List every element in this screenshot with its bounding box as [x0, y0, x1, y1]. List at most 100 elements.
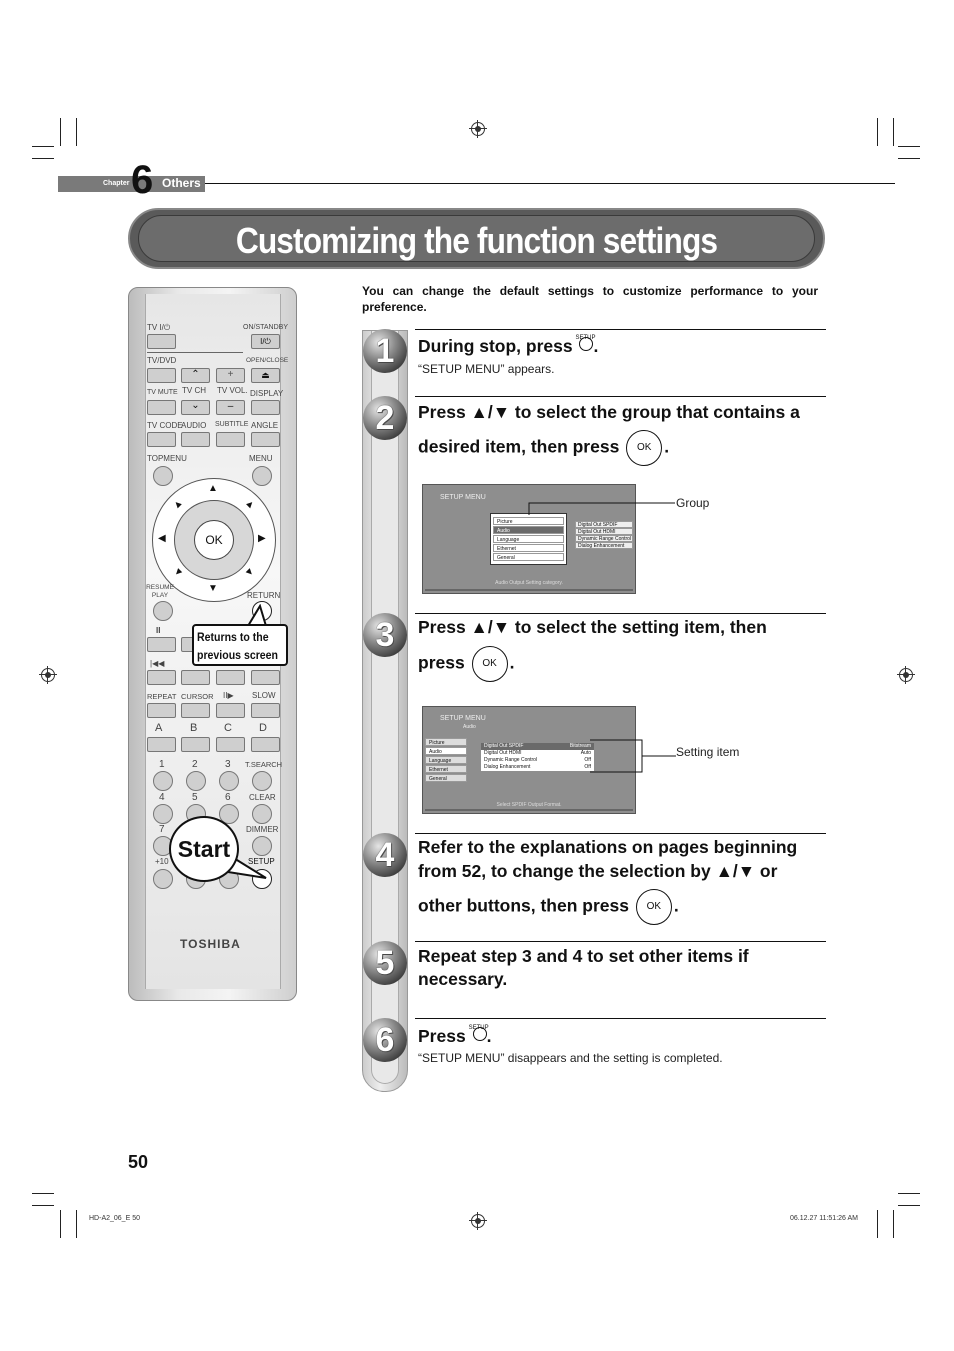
right-arrow-button[interactable]: ▶: [258, 533, 266, 544]
group-annotation: Group: [676, 496, 710, 510]
tv-ch-up-button[interactable]: ⌃: [181, 368, 210, 383]
crop-mark: [893, 118, 894, 146]
group-item[interactable]: General: [493, 553, 564, 561]
tv-mute-button[interactable]: [147, 400, 176, 415]
setting-row[interactable]: Digital Out HDMI Auto: [481, 750, 594, 757]
setting-row-selected[interactable]: Digital Out SPDIF Bitstream: [481, 743, 594, 750]
pause-button[interactable]: [147, 637, 176, 652]
group-item-selected[interactable]: Audio: [425, 747, 467, 755]
registration-mark-icon: [469, 1212, 487, 1230]
rewind-button[interactable]: [181, 670, 210, 685]
group-item[interactable]: Ethernet: [493, 544, 564, 552]
step-6-text: Press: [418, 1026, 466, 1046]
angle-button[interactable]: [251, 432, 280, 447]
group-item[interactable]: Ethernet: [425, 765, 467, 773]
label-display: DISPLAY: [250, 389, 284, 398]
label-4: 4: [159, 792, 165, 803]
pause-icon: II: [156, 626, 161, 635]
plus10-button[interactable]: [153, 869, 173, 889]
up-left-arrow-button[interactable]: ▲: [171, 497, 186, 512]
step-divider: [415, 329, 826, 330]
group-item-selected[interactable]: Audio: [493, 526, 564, 534]
on-standby-button[interactable]: I/⏻: [251, 334, 280, 349]
brand-logo: TOSHIBA: [180, 937, 241, 951]
subtitle-button[interactable]: [216, 432, 245, 447]
osd-breadcrumb: Audio: [463, 724, 476, 730]
top-menu-button[interactable]: [153, 466, 173, 486]
skip-forward-button[interactable]: [251, 670, 280, 685]
setting-row[interactable]: Dynamic Range Control Off: [481, 757, 594, 764]
cursor-button[interactable]: [181, 703, 210, 718]
frame-advance-button[interactable]: [216, 703, 245, 718]
c-button[interactable]: [216, 737, 245, 752]
osd-footer: Audio Output Setting category.: [495, 580, 563, 586]
slow-button[interactable]: [251, 703, 280, 718]
group-item[interactable]: Language: [493, 535, 564, 543]
step-number-badge: 1: [363, 329, 407, 373]
digit-2-button[interactable]: [186, 771, 206, 791]
d-button[interactable]: [251, 737, 280, 752]
osd-title: SETUP MENU: [440, 494, 486, 501]
left-arrow-button[interactable]: ◀: [158, 533, 166, 544]
step-3-heading-line1: Press ▲/▼ to select the setting item, th…: [418, 617, 767, 637]
tv-power-button[interactable]: [147, 334, 176, 349]
header-rule: [205, 183, 895, 184]
skip-back-button[interactable]: [147, 670, 176, 685]
intro-text: You can change the default settings to c…: [362, 284, 818, 314]
tv-vol-up-button[interactable]: +: [216, 368, 245, 383]
step-3-text: press: [418, 652, 465, 673]
osd-footer: Select SPDIF Output Format.: [496, 802, 562, 808]
group-item[interactable]: Picture: [425, 738, 467, 746]
label-plus10: +10: [155, 857, 169, 866]
chapter-number: 6: [131, 158, 154, 202]
setting-name: Digital Out HDMI: [484, 750, 522, 756]
digit-1-button[interactable]: [153, 771, 173, 791]
audio-button[interactable]: [181, 432, 210, 447]
step-1-note: “SETUP MENU” appears.: [418, 362, 555, 376]
label-3: 3: [225, 759, 231, 770]
crop-mark: [893, 1210, 894, 1238]
crop-mark: [898, 158, 920, 159]
menu-button[interactable]: [252, 466, 272, 486]
page-number: 50: [128, 1152, 149, 1172]
step-4-heading-line1: Refer to the explanations on pages begin…: [418, 837, 798, 857]
down-right-arrow-button[interactable]: ▼: [243, 565, 258, 580]
step-number-badge: 3: [363, 613, 407, 657]
group-item[interactable]: Picture: [493, 517, 564, 525]
down-left-arrow-button[interactable]: ▼: [171, 565, 186, 580]
open-close-button[interactable]: ⏏: [251, 368, 280, 383]
skip-back-icon: |◀◀: [150, 659, 165, 668]
setup-button-icon: SETUP: [469, 1024, 489, 1042]
tv-code-button[interactable]: [147, 432, 176, 447]
setting-row[interactable]: Dialog Enhancement Off: [481, 764, 594, 771]
label-subtitle: SUBTITLE: [215, 421, 249, 428]
osd-bottom-bar: [425, 809, 633, 811]
clear-button[interactable]: [252, 804, 272, 824]
label-2: 2: [192, 759, 198, 770]
repeat-button[interactable]: [147, 703, 176, 718]
group-item[interactable]: General: [425, 774, 467, 782]
ok-button[interactable]: OK: [194, 520, 234, 560]
t-search-button[interactable]: [252, 771, 272, 791]
tv-dvd-button[interactable]: [147, 368, 176, 383]
label-6: 6: [225, 792, 231, 803]
frame-advance-icon: II▶: [223, 691, 234, 700]
label-a: A: [155, 722, 163, 734]
fast-forward-button[interactable]: [216, 670, 245, 685]
resume-play-button[interactable]: [153, 601, 173, 621]
setting-item-bracket: [590, 739, 676, 773]
label-tv-mute: TV MUTE: [147, 389, 178, 396]
crop-mark: [60, 1210, 61, 1238]
a-button[interactable]: [147, 737, 176, 752]
direction-pad-ring: OK: [174, 500, 254, 580]
b-button[interactable]: [181, 737, 210, 752]
down-arrow-button[interactable]: ▼: [208, 583, 218, 594]
tv-vol-down-button[interactable]: –: [216, 400, 245, 415]
digit-3-button[interactable]: [219, 771, 239, 791]
up-right-arrow-button[interactable]: ▲: [243, 497, 258, 512]
digit-4-button[interactable]: [153, 804, 173, 824]
up-arrow-button[interactable]: ▲: [208, 483, 218, 494]
tv-ch-down-button[interactable]: ⌄: [181, 400, 210, 415]
group-item[interactable]: Language: [425, 756, 467, 764]
display-button[interactable]: [251, 400, 280, 415]
